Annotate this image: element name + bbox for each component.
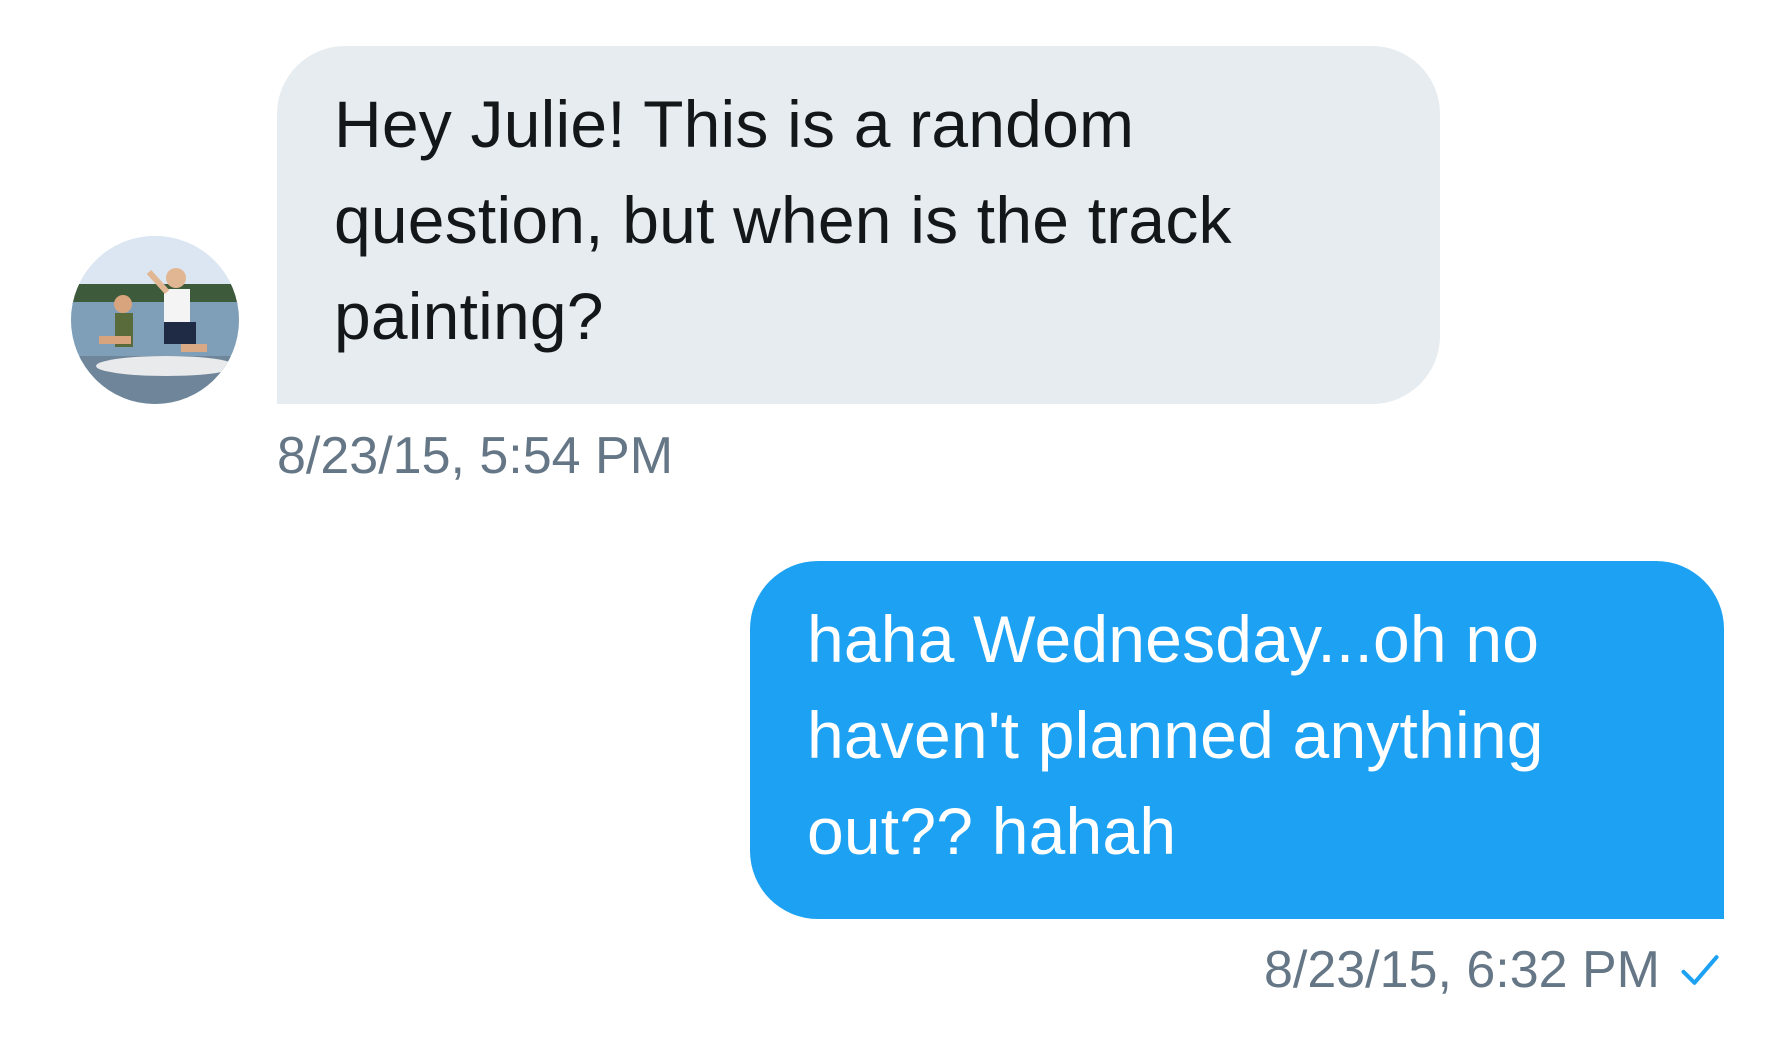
message-line: out?? hahah xyxy=(807,794,1177,868)
outgoing-message-bubble[interactable]: haha Wednesday...oh no haven't planned a… xyxy=(750,561,1724,919)
sender-avatar[interactable] xyxy=(71,236,239,404)
message-line: question, but when is the track xyxy=(334,183,1232,257)
dm-thread: Hey Julie! This is a random question, bu… xyxy=(0,0,1783,1040)
incoming-message-bubble[interactable]: Hey Julie! This is a random question, bu… xyxy=(277,46,1440,404)
incoming-timestamp: 8/23/15, 5:54 PM xyxy=(277,427,674,485)
outgoing-timestamp: 8/23/15, 6:32 PM xyxy=(1263,941,1660,999)
message-line: Hey Julie! This is a random xyxy=(334,87,1135,161)
check-icon xyxy=(1681,955,1719,985)
outgoing-meta: 8/23/15, 6:32 PM xyxy=(1264,940,1722,1000)
avatar-photo-icon xyxy=(71,236,239,404)
message-line: haven't planned anything xyxy=(807,698,1544,772)
message-line: haha Wednesday...oh no xyxy=(807,602,1540,676)
message-line: painting? xyxy=(334,279,604,353)
